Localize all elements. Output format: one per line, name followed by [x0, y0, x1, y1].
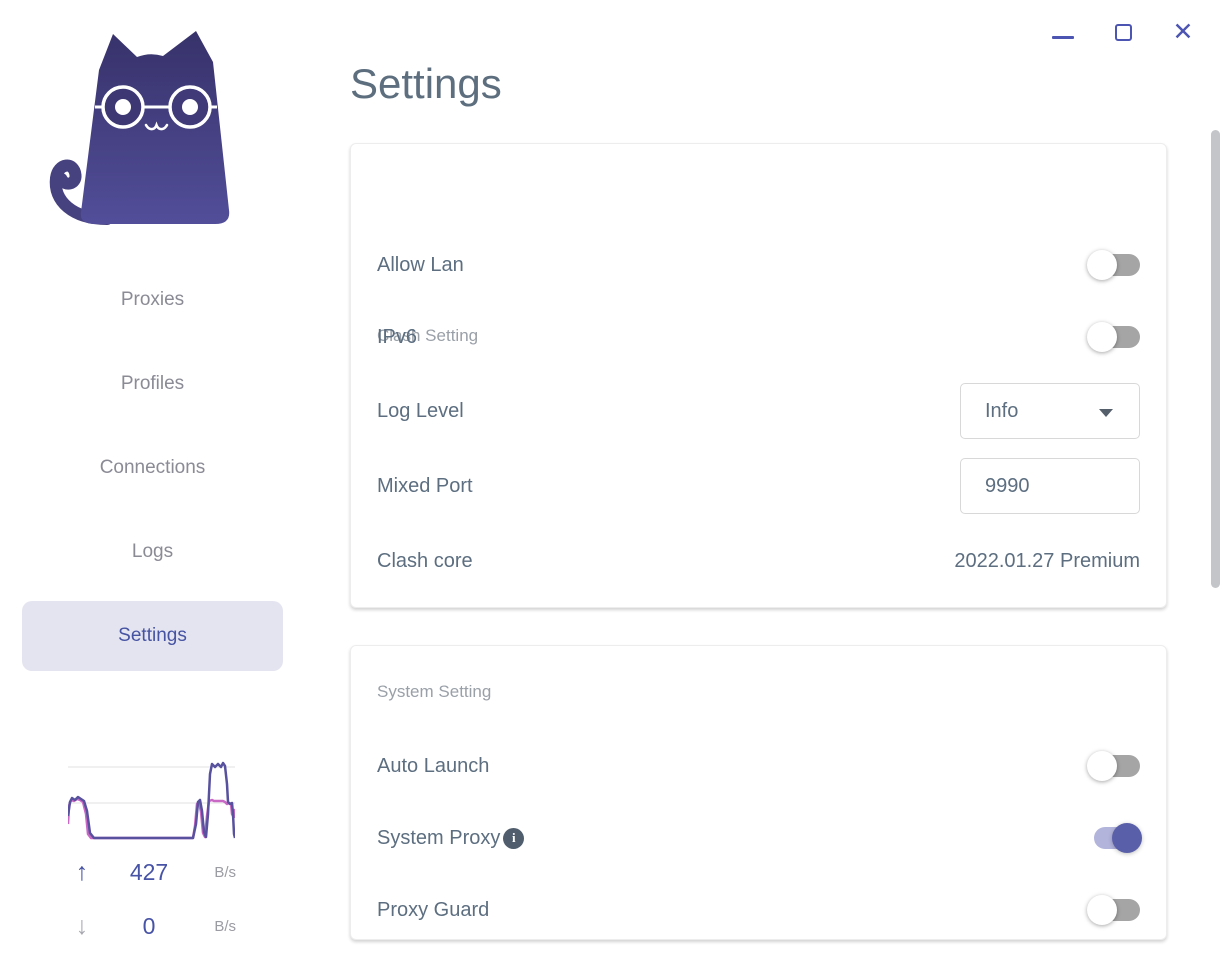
setting-row-proxy-guard: Proxy Guard: [377, 882, 1140, 938]
window-controls: ✕: [1048, 14, 1198, 50]
setting-row-system-proxy: System Proxy i: [377, 810, 1142, 866]
toggle-knob: [1087, 250, 1117, 280]
sidebar: Proxies Profiles Connections Logs Settin…: [0, 0, 305, 956]
allow-lan-toggle[interactable]: [1087, 250, 1140, 280]
download-arrow-icon: ↓: [75, 912, 89, 940]
auto-launch-toggle[interactable]: [1087, 751, 1140, 781]
toggle-knob: [1087, 322, 1117, 352]
toggle-knob: [1087, 751, 1117, 781]
page-title: Settings: [350, 60, 502, 107]
sidebar-nav: Proxies Profiles Connections Logs Settin…: [22, 265, 283, 685]
section-label: System Setting: [377, 682, 492, 701]
log-level-select[interactable]: Info: [960, 383, 1140, 439]
ipv6-toggle[interactable]: [1087, 322, 1140, 352]
setting-row-ipv6: IPv6: [377, 309, 1140, 365]
info-icon[interactable]: i: [503, 827, 525, 849]
minimize-button[interactable]: [1048, 15, 1078, 49]
download-value: 0: [142, 913, 156, 939]
maximize-button[interactable]: [1108, 15, 1138, 49]
log-level-label: Log Level: [377, 399, 464, 422]
system-proxy-label-text: System Proxy: [377, 826, 501, 849]
clash-cat-logo-icon: [49, 31, 230, 225]
scrollbar-thumb[interactable]: [1211, 130, 1220, 588]
system-setting-card: System Setting Auto Launch System Proxy …: [350, 645, 1167, 940]
proxy-guard-toggle[interactable]: [1087, 895, 1140, 925]
download-unit: B/s: [214, 918, 236, 935]
auto-launch-label: Auto Launch: [377, 754, 490, 777]
system-proxy-toggle[interactable]: [1094, 823, 1142, 853]
mixed-port-label: Mixed Port: [377, 474, 473, 497]
sidebar-item-logs[interactable]: Logs: [22, 517, 283, 587]
maximize-icon: [1114, 23, 1132, 41]
system-proxy-label: System Proxy i: [377, 826, 525, 850]
proxy-guard-label: Proxy Guard: [377, 898, 490, 921]
setting-row-allow-lan: Allow Lan: [377, 237, 1140, 293]
upload-value: 427: [129, 859, 169, 885]
clash-setting-card: Clash Setting Allow Lan IPv6 Log Level I…: [350, 143, 1167, 608]
ipv6-label: IPv6: [377, 325, 418, 348]
minimize-icon: [1052, 35, 1074, 39]
traffic-graph: [68, 761, 235, 840]
upload-unit: B/s: [214, 864, 236, 881]
setting-row-mixed-port: Mixed Port: [377, 458, 1140, 514]
toggle-knob: [1087, 895, 1117, 925]
clash-core-version: 2022.01.27 Premium: [954, 549, 1140, 572]
sidebar-item-connections[interactable]: Connections: [22, 433, 283, 503]
allow-lan-label: Allow Lan: [377, 253, 464, 276]
setting-row-log-level: Log Level Info: [377, 383, 1140, 439]
chevron-down-icon: [1099, 409, 1113, 417]
setting-row-auto-launch: Auto Launch: [377, 738, 1140, 794]
close-icon: ✕: [1172, 17, 1194, 46]
toggle-knob: [1112, 823, 1142, 853]
upload-arrow-icon: ↑: [75, 858, 89, 886]
close-button[interactable]: ✕: [1168, 15, 1198, 49]
log-level-selected-value: Info: [985, 399, 1019, 422]
upload-stat: ↑ 427 B/s: [62, 858, 236, 887]
mixed-port-input[interactable]: [960, 458, 1140, 514]
download-stat: ↓ 0 B/s: [62, 912, 236, 941]
sidebar-item-profiles[interactable]: Profiles: [22, 349, 283, 419]
traffic-download-line: [68, 797, 235, 840]
clash-core-label: Clash core: [377, 549, 473, 572]
sidebar-item-proxies[interactable]: Proxies: [22, 265, 283, 335]
sidebar-item-settings[interactable]: Settings: [22, 601, 283, 671]
setting-row-clash-core: Clash core 2022.01.27 Premium: [377, 533, 1140, 589]
clash-settings-window: ✕ Proxies Profiles Connections Logs Sett…: [0, 0, 1222, 956]
